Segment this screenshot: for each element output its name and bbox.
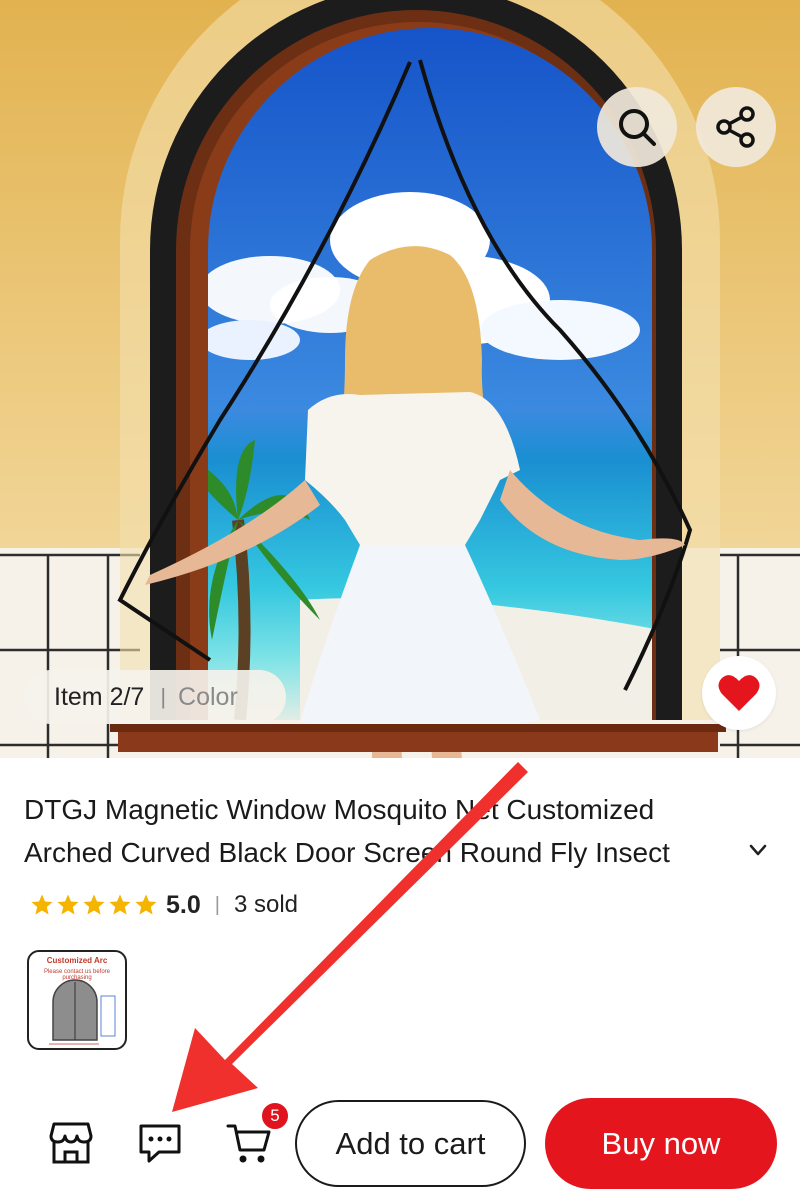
- product-photo: [0, 0, 800, 758]
- arch-screen-diagram: [49, 979, 116, 1045]
- product-title: DTGJ Magnetic Window Mosquito Net Custom…: [24, 788, 764, 874]
- item-counter: Item 2/7: [54, 682, 145, 711]
- store-icon[interactable]: [48, 1120, 94, 1166]
- separator: |: [214, 893, 220, 916]
- variant-thumbnail[interactable]: Customized Arc Please contact us before …: [27, 950, 127, 1050]
- separator: |: [160, 684, 167, 709]
- image-counter-pill[interactable]: Item 2/7 | Color: [24, 670, 286, 724]
- buy-now-button[interactable]: Buy now: [545, 1098, 777, 1189]
- star-icon: [57, 894, 79, 915]
- star-icon: [83, 894, 105, 915]
- rating-row[interactable]: 5.0 | 3 sold: [30, 888, 298, 922]
- sold-count: 3 sold: [233, 891, 299, 918]
- search-icon: [619, 109, 656, 146]
- chat-icon[interactable]: [137, 1120, 183, 1166]
- heart-icon: [718, 675, 760, 711]
- share-icon: [716, 106, 755, 148]
- chevron-down-icon[interactable]: [748, 840, 768, 860]
- favorite-button[interactable]: [702, 656, 776, 730]
- cart-count-badge: 5: [260, 1101, 290, 1131]
- product-title-line-1: DTGJ Magnetic Window Mosquito Net Custom…: [24, 794, 655, 825]
- product-title-line-2: Arched Curved Black Door Screen Round Fl…: [24, 837, 670, 868]
- star-icon: [109, 894, 131, 915]
- star-icon: [31, 894, 53, 915]
- star-rating: [30, 893, 158, 917]
- rating-score: 5.0: [166, 890, 201, 919]
- product-hero-image[interactable]: [0, 0, 800, 758]
- share-button[interactable]: [696, 87, 776, 167]
- variant-label: Color: [178, 682, 238, 711]
- star-icon: [135, 894, 157, 915]
- add-to-cart-button[interactable]: Add to cart: [295, 1100, 526, 1187]
- search-button[interactable]: [597, 87, 677, 167]
